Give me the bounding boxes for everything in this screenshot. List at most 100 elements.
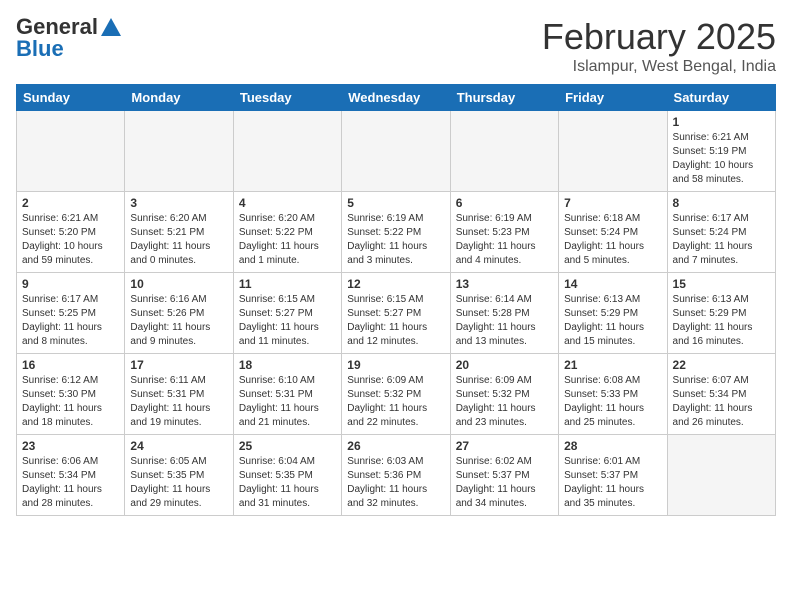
day-number: 12 (347, 277, 444, 291)
day-info: Sunrise: 6:19 AM Sunset: 5:23 PM Dayligh… (456, 212, 553, 268)
day-info: Sunrise: 6:19 AM Sunset: 5:22 PM Dayligh… (347, 212, 444, 268)
day-info: Sunrise: 6:08 AM Sunset: 5:33 PM Dayligh… (564, 374, 661, 430)
day-info: Sunrise: 6:13 AM Sunset: 5:29 PM Dayligh… (673, 293, 770, 349)
day-header-sunday: Sunday (17, 85, 125, 111)
day-number: 23 (22, 439, 119, 453)
day-info: Sunrise: 6:12 AM Sunset: 5:30 PM Dayligh… (22, 374, 119, 430)
calendar-cell: 1Sunrise: 6:21 AM Sunset: 5:19 PM Daylig… (667, 111, 775, 192)
day-number: 8 (673, 196, 770, 210)
day-info: Sunrise: 6:18 AM Sunset: 5:24 PM Dayligh… (564, 212, 661, 268)
calendar-cell: 6 Sunrise: 6:19 AM Sunset: 5:23 PM Daylig… (450, 192, 558, 273)
day-info: Sunrise: 6:01 AM Sunset: 5:37 PM Dayligh… (564, 455, 661, 511)
calendar-cell: 11 Sunrise: 6:15 AM Sunset: 5:27 PM Dayli… (233, 273, 341, 354)
day-info: Sunrise: 6:16 AM Sunset: 5:26 PM Dayligh… (130, 293, 227, 349)
day-number: 22 (673, 358, 770, 372)
day-info: Sunrise: 6:09 AM Sunset: 5:32 PM Dayligh… (456, 374, 553, 430)
day-number: 6 (456, 196, 553, 210)
month-title: February 2025 (542, 16, 776, 58)
calendar-week-2: 2 Sunrise: 6:21 AM Sunset: 5:20 PM Daylig… (17, 192, 776, 273)
day-number: 11 (239, 277, 336, 291)
calendar-week-4: 16 Sunrise: 6:12 AM Sunset: 5:30 PM Dayli… (17, 354, 776, 435)
day-info: Sunrise: 6:11 AM Sunset: 5:31 PM Dayligh… (130, 374, 227, 430)
day-header-wednesday: Wednesday (342, 85, 450, 111)
calendar-cell: 22 Sunrise: 6:07 AM Sunset: 5:34 PM Dayli… (667, 354, 775, 435)
location: Islampur, West Bengal, India (542, 58, 776, 76)
calendar-week-5: 23 Sunrise: 6:06 AM Sunset: 5:34 PM Dayli… (17, 435, 776, 516)
calendar-cell: 16 Sunrise: 6:12 AM Sunset: 5:30 PM Dayli… (17, 354, 125, 435)
day-info: Sunrise: 6:20 AM Sunset: 5:22 PM Dayligh… (239, 212, 336, 268)
calendar-cell (450, 111, 558, 192)
day-number: 17 (130, 358, 227, 372)
calendar-cell (342, 111, 450, 192)
calendar-header-row: SundayMondayTuesdayWednesdayThursdayFrid… (17, 85, 776, 111)
day-number: 18 (239, 358, 336, 372)
day-info: Sunrise: 6:21 AM Sunset: 5:19 PM Dayligh… (673, 131, 770, 187)
logo-icon (101, 18, 121, 36)
calendar-week-3: 9Sunrise: 6:17 AM Sunset: 5:25 PM Daylig… (17, 273, 776, 354)
logo-general: General (16, 16, 98, 38)
day-number: 21 (564, 358, 661, 372)
calendar-cell: 2 Sunrise: 6:21 AM Sunset: 5:20 PM Daylig… (17, 192, 125, 273)
day-number: 5 (347, 196, 444, 210)
calendar-cell (17, 111, 125, 192)
day-info: Sunrise: 6:15 AM Sunset: 5:27 PM Dayligh… (347, 293, 444, 349)
calendar-cell: 24 Sunrise: 6:05 AM Sunset: 5:35 PM Dayli… (125, 435, 233, 516)
day-number: 16 (22, 358, 119, 372)
day-header-monday: Monday (125, 85, 233, 111)
calendar-cell: 26 Sunrise: 6:03 AM Sunset: 5:36 PM Dayli… (342, 435, 450, 516)
day-number: 14 (564, 277, 661, 291)
calendar-cell: 4 Sunrise: 6:20 AM Sunset: 5:22 PM Daylig… (233, 192, 341, 273)
day-info: Sunrise: 6:21 AM Sunset: 5:20 PM Dayligh… (22, 212, 119, 268)
day-number: 20 (456, 358, 553, 372)
day-info: Sunrise: 6:09 AM Sunset: 5:32 PM Dayligh… (347, 374, 444, 430)
day-number: 25 (239, 439, 336, 453)
day-number: 28 (564, 439, 661, 453)
calendar-cell: 10 Sunrise: 6:16 AM Sunset: 5:26 PM Dayli… (125, 273, 233, 354)
day-info: Sunrise: 6:06 AM Sunset: 5:34 PM Dayligh… (22, 455, 119, 511)
logo: General Blue (16, 16, 121, 60)
day-header-thursday: Thursday (450, 85, 558, 111)
day-number: 10 (130, 277, 227, 291)
day-number: 2 (22, 196, 119, 210)
calendar-cell: 15 Sunrise: 6:13 AM Sunset: 5:29 PM Dayli… (667, 273, 775, 354)
calendar-cell: 25 Sunrise: 6:04 AM Sunset: 5:35 PM Dayli… (233, 435, 341, 516)
calendar-cell: 23 Sunrise: 6:06 AM Sunset: 5:34 PM Dayli… (17, 435, 125, 516)
day-number: 13 (456, 277, 553, 291)
day-info: Sunrise: 6:07 AM Sunset: 5:34 PM Dayligh… (673, 374, 770, 430)
day-info: Sunrise: 6:14 AM Sunset: 5:28 PM Dayligh… (456, 293, 553, 349)
day-number: 4 (239, 196, 336, 210)
day-info: Sunrise: 6:15 AM Sunset: 5:27 PM Dayligh… (239, 293, 336, 349)
day-number: 7 (564, 196, 661, 210)
calendar-cell: 20 Sunrise: 6:09 AM Sunset: 5:32 PM Dayli… (450, 354, 558, 435)
day-header-saturday: Saturday (667, 85, 775, 111)
day-info: Sunrise: 6:05 AM Sunset: 5:35 PM Dayligh… (130, 455, 227, 511)
calendar-cell: 27Sunrise: 6:02 AM Sunset: 5:37 PM Dayli… (450, 435, 558, 516)
day-info: Sunrise: 6:10 AM Sunset: 5:31 PM Dayligh… (239, 374, 336, 430)
logo-blue: Blue (16, 38, 64, 60)
calendar-table: SundayMondayTuesdayWednesdayThursdayFrid… (16, 84, 776, 516)
day-info: Sunrise: 6:04 AM Sunset: 5:35 PM Dayligh… (239, 455, 336, 511)
calendar-cell: 5 Sunrise: 6:19 AM Sunset: 5:22 PM Daylig… (342, 192, 450, 273)
calendar-cell: 18 Sunrise: 6:10 AM Sunset: 5:31 PM Dayli… (233, 354, 341, 435)
calendar-cell: 13 Sunrise: 6:14 AM Sunset: 5:28 PM Dayli… (450, 273, 558, 354)
calendar-cell: 9Sunrise: 6:17 AM Sunset: 5:25 PM Daylig… (17, 273, 125, 354)
day-header-tuesday: Tuesday (233, 85, 341, 111)
day-number: 24 (130, 439, 227, 453)
day-info: Sunrise: 6:03 AM Sunset: 5:36 PM Dayligh… (347, 455, 444, 511)
calendar-cell: 7 Sunrise: 6:18 AM Sunset: 5:24 PM Daylig… (559, 192, 667, 273)
calendar-cell (559, 111, 667, 192)
calendar-cell (233, 111, 341, 192)
calendar-week-1: 1Sunrise: 6:21 AM Sunset: 5:19 PM Daylig… (17, 111, 776, 192)
calendar-cell: 3Sunrise: 6:20 AM Sunset: 5:21 PM Daylig… (125, 192, 233, 273)
calendar-cell (125, 111, 233, 192)
calendar-cell: 17 Sunrise: 6:11 AM Sunset: 5:31 PM Dayli… (125, 354, 233, 435)
page-header: General Blue February 2025 Islampur, Wes… (16, 16, 776, 76)
day-number: 26 (347, 439, 444, 453)
title-block: February 2025 Islampur, West Bengal, Ind… (542, 16, 776, 76)
day-number: 19 (347, 358, 444, 372)
day-number: 9 (22, 277, 119, 291)
day-header-friday: Friday (559, 85, 667, 111)
day-number: 15 (673, 277, 770, 291)
calendar-cell: 21 Sunrise: 6:08 AM Sunset: 5:33 PM Dayli… (559, 354, 667, 435)
day-number: 27 (456, 439, 553, 453)
